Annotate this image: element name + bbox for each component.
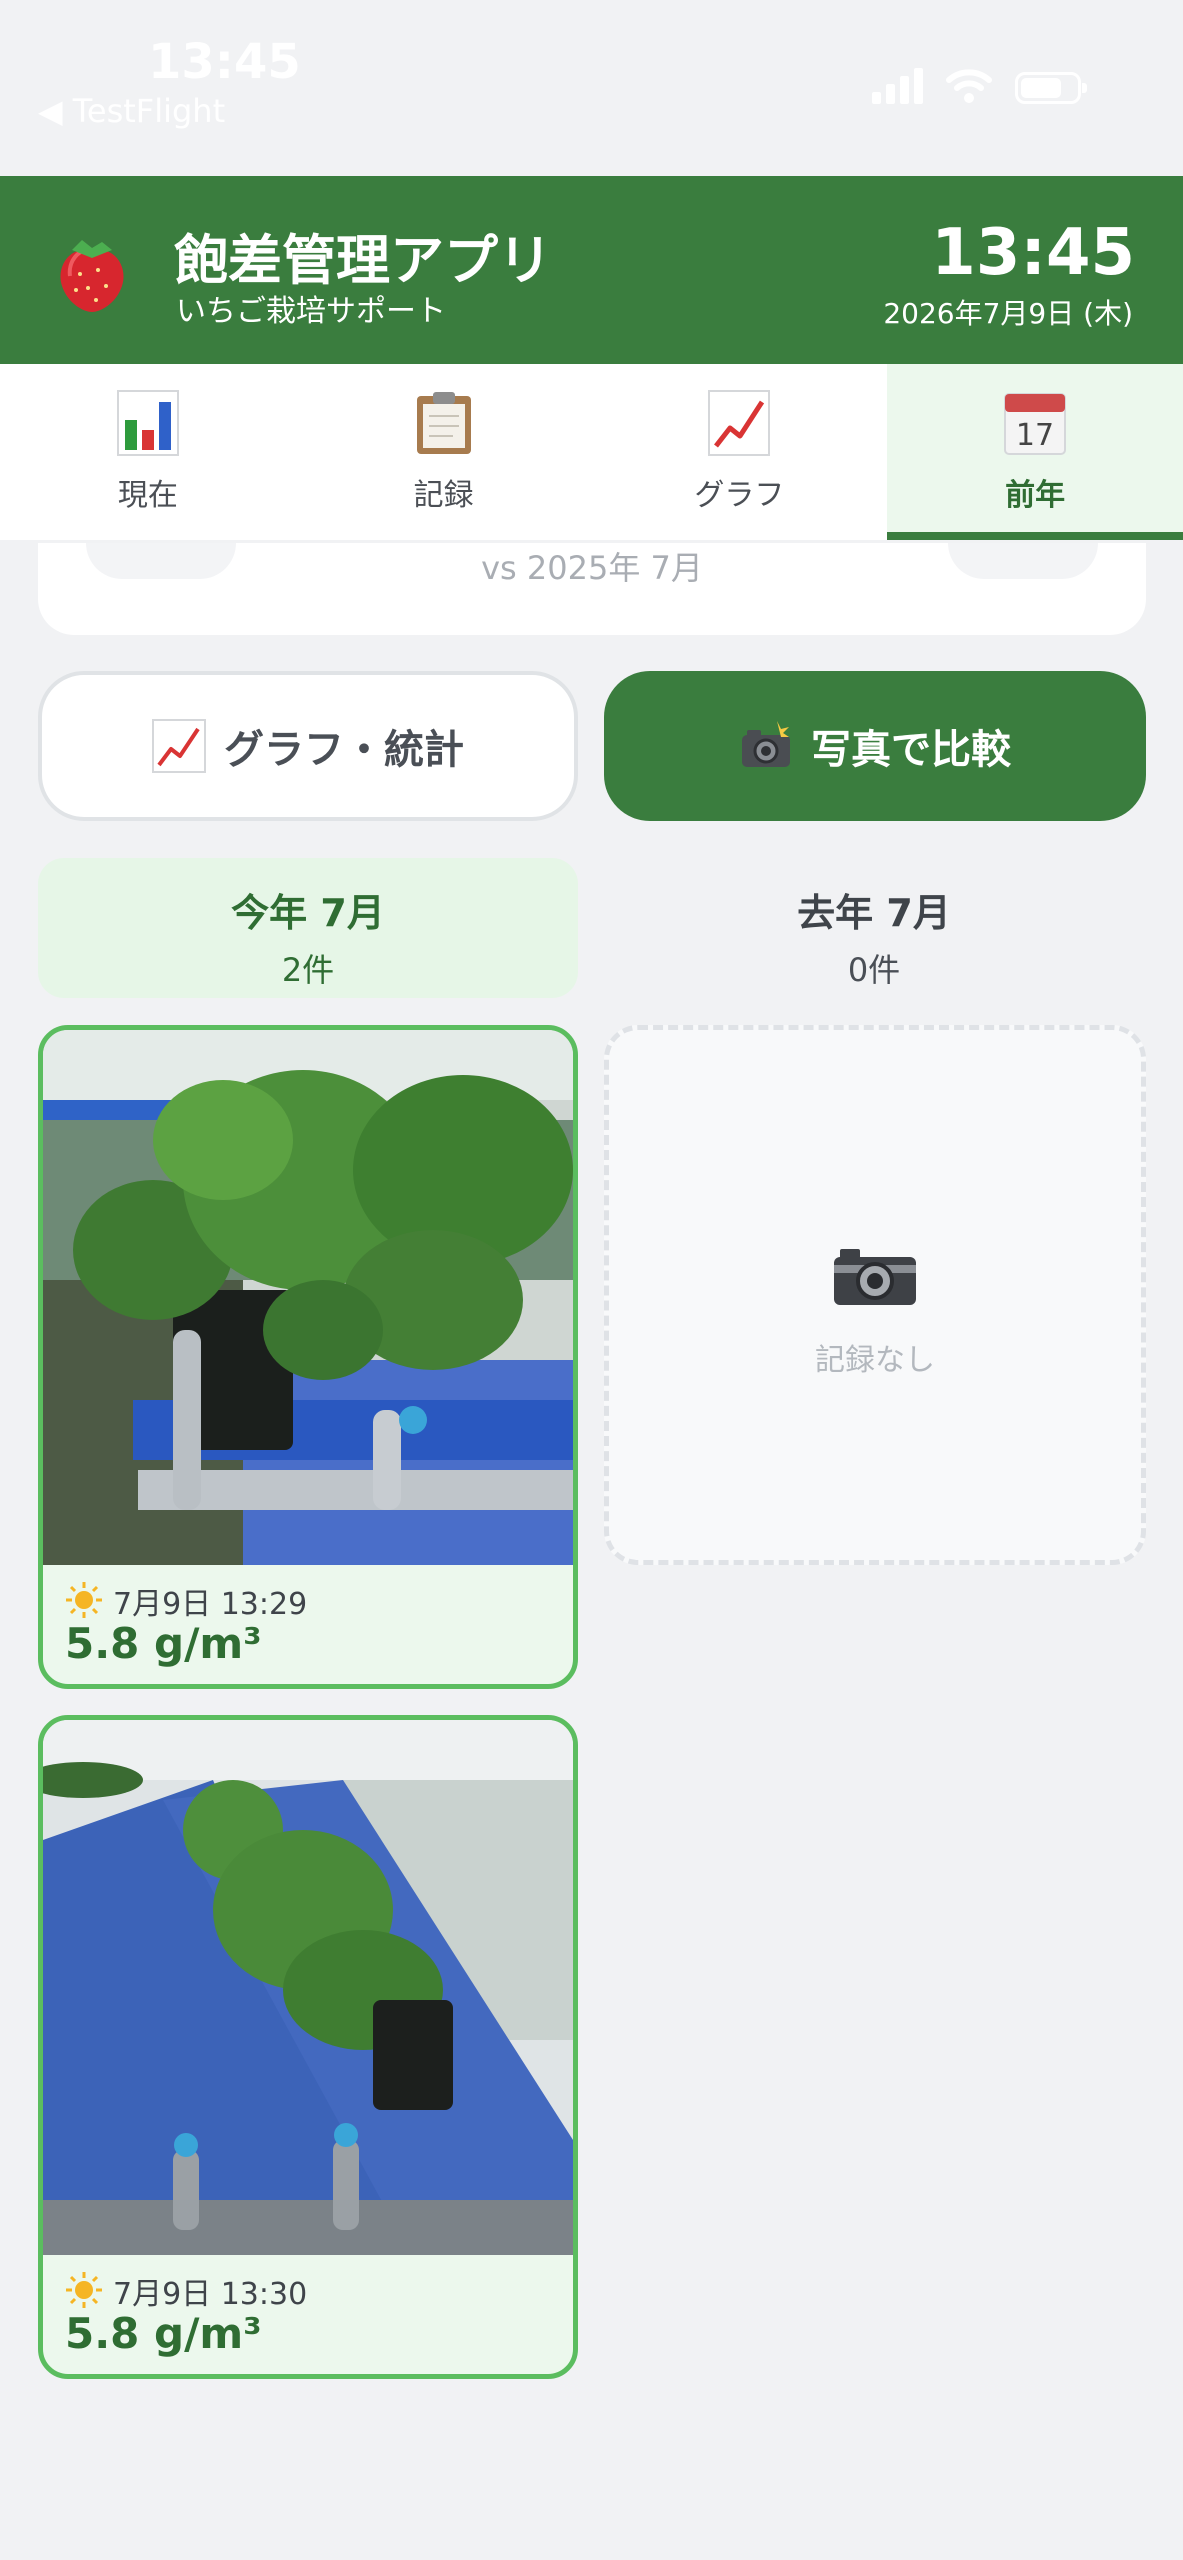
sun-icon (66, 2272, 102, 2308)
comparison-card: vs 2025年 7月 (38, 543, 1146, 635)
tab-current[interactable]: 現在 (0, 364, 296, 540)
tab-records-label: 記録 (413, 478, 474, 513)
app-header: 飽差管理アプリ いちご栽培サポート 13:45 2026年7月9日 (木) (0, 176, 1183, 364)
strawberry-icon (60, 240, 124, 312)
last-year-header: 去年 7月 0件 (604, 858, 1144, 998)
status-bar: 13:45 ◀ TestFlight (0, 0, 1183, 175)
bar-chart-icon (116, 390, 179, 456)
photo-card[interactable]: 7月9日 13:30 5.8 g/m³ (38, 1715, 578, 2379)
tab-previous-year[interactable]: 17 前年 (887, 364, 1183, 540)
last-year-count: 0件 (847, 951, 901, 989)
app-screen: 13:45 ◀ TestFlight 飽差管理アプリ いちご栽培サポート 13:… (0, 0, 1183, 2560)
saturation-deficit-value: 5.8 g/m³ (65, 2309, 262, 2358)
greenhouse-photo (43, 1720, 573, 2255)
tab-previous-year-label: 前年 (1005, 478, 1066, 513)
app-subtitle: いちご栽培サポート (176, 294, 446, 329)
photo-compare-label: 写真で比較 (811, 727, 1011, 773)
trend-chart-icon (152, 719, 206, 773)
last-year-label: 去年 7月 (797, 891, 951, 935)
clipboard-icon (416, 392, 471, 454)
no-record-placeholder: 記録なし (604, 1025, 1146, 1565)
photo-info: 7月9日 13:29 5.8 g/m³ (43, 1565, 573, 1684)
app-title: 飽差管理アプリ (174, 229, 552, 292)
photo-card[interactable]: 7月9日 13:29 5.8 g/m³ (38, 1025, 578, 1689)
tab-records[interactable]: 記録 (296, 364, 592, 540)
tab-graph-label: グラフ (694, 478, 785, 513)
no-record-text: 記録なし (815, 1343, 935, 1378)
tab-bar: 現在 記録 グラフ 17 前年 (0, 364, 1183, 540)
photo-timestamp: 7月9日 13:29 (113, 1587, 308, 1622)
this-year-header: 今年 7月 2件 (38, 858, 578, 998)
header-clock: 13:45 (931, 216, 1135, 290)
tab-graph[interactable]: グラフ (592, 364, 888, 540)
this-year-label: 今年 7月 (231, 891, 385, 935)
next-month-button[interactable] (948, 543, 1098, 579)
this-year-count: 2件 (281, 951, 335, 989)
header-date: 2026年7月9日 (木) (883, 297, 1133, 330)
signal-icon (872, 68, 923, 104)
camera-icon (834, 1249, 916, 1305)
photo-info: 7月9日 13:30 5.8 g/m³ (43, 2255, 573, 2374)
back-to-testflight-link[interactable]: ◀ TestFlight (38, 92, 225, 130)
battery-icon (1015, 72, 1087, 104)
graph-stats-button[interactable]: グラフ・統計 (38, 671, 578, 821)
strawberry-plant-photo (43, 1030, 573, 1565)
sun-icon (66, 1582, 102, 1618)
trend-chart-icon (708, 390, 771, 456)
status-time: 13:45 (148, 34, 301, 90)
status-icons (872, 66, 1087, 104)
saturation-deficit-value: 5.8 g/m³ (65, 1619, 262, 1668)
svg-text:17: 17 (1016, 418, 1054, 453)
photo-compare-button[interactable]: 写真で比較 (604, 671, 1146, 821)
photo-timestamp: 7月9日 13:30 (113, 2277, 308, 2312)
tab-current-label: 現在 (117, 478, 178, 513)
wifi-icon (946, 69, 992, 103)
graph-stats-label: グラフ・統計 (224, 727, 464, 773)
calendar-icon: 17 (1004, 393, 1067, 455)
camera-flash-icon (742, 721, 790, 767)
